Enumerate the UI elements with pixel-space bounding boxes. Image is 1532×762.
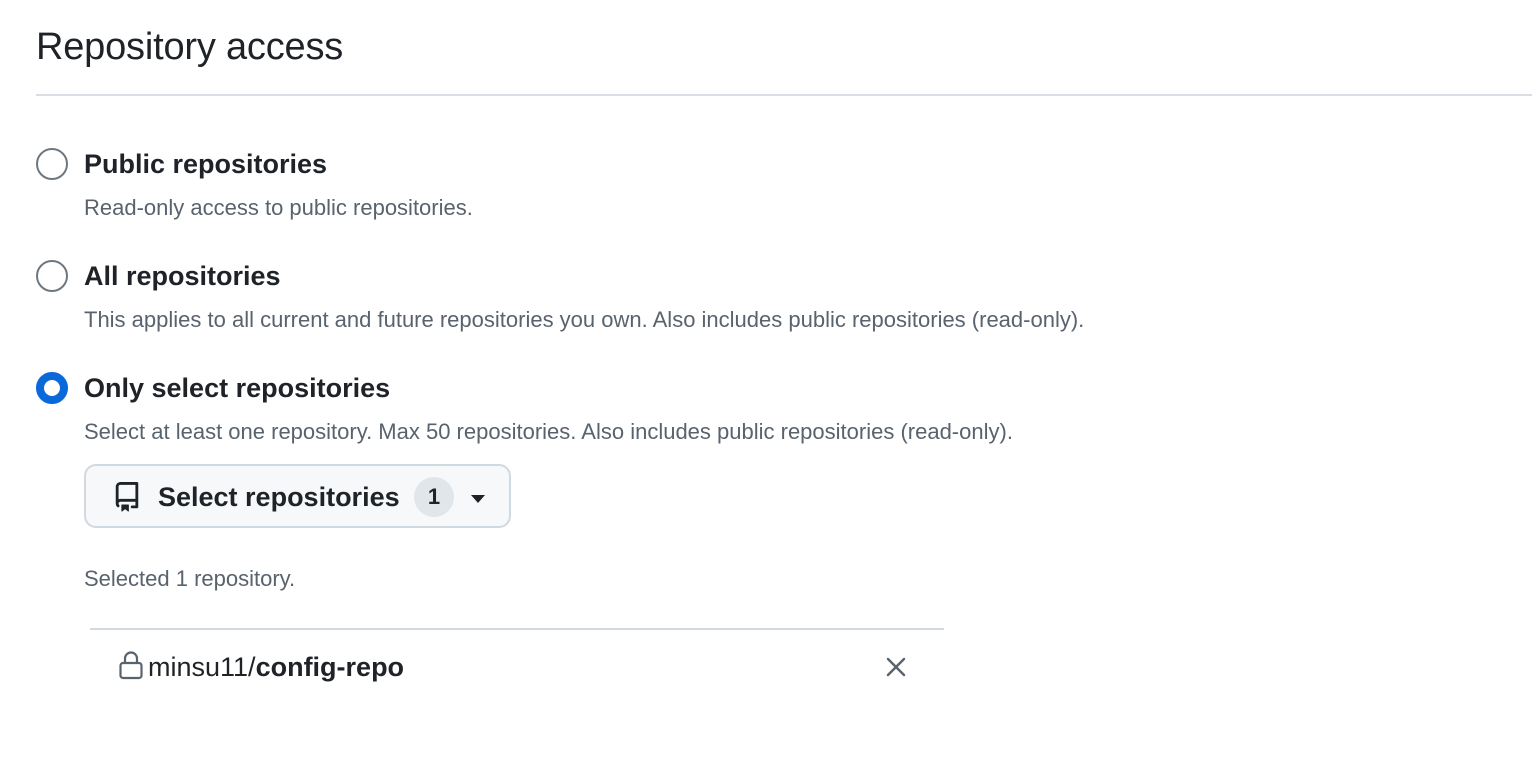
select-repositories-label: Select repositories [158,482,400,512]
radio-only-select-repositories[interactable] [36,372,68,404]
option-description-public: Read-only access to public repositories. [84,195,473,220]
radio-public-repositories[interactable] [36,148,68,180]
triangle-down-icon [471,495,485,503]
radio-all-repositories[interactable] [36,260,68,292]
select-repositories-button[interactable]: Select repositories 1 [84,464,511,528]
repository-full-name: minsu11/config-repo [148,650,404,684]
repository-name: config-repo [255,652,405,682]
lock-icon [119,651,143,680]
repository-owner: minsu11/ [148,652,256,682]
repo-icon [115,482,139,512]
option-description-all: This applies to all current and future r… [84,307,1085,332]
section-title: Repository access [36,26,344,68]
option-label-all[interactable]: All repositories [84,260,281,292]
x-icon[interactable] [884,655,908,679]
option-description-only-select: Select at least one repository. Max 50 r… [84,419,1013,444]
selected-summary: Selected 1 repository. [84,566,296,591]
selected-counter-badge: 1 [414,477,454,517]
repository-access-page: Repository access Public repositories Re… [0,0,1532,762]
selected-repository-item: minsu11/config-repo [90,630,944,704]
section-divider [36,94,1532,96]
option-label-public[interactable]: Public repositories [84,148,327,180]
option-label-only-select[interactable]: Only select repositories [84,372,390,404]
